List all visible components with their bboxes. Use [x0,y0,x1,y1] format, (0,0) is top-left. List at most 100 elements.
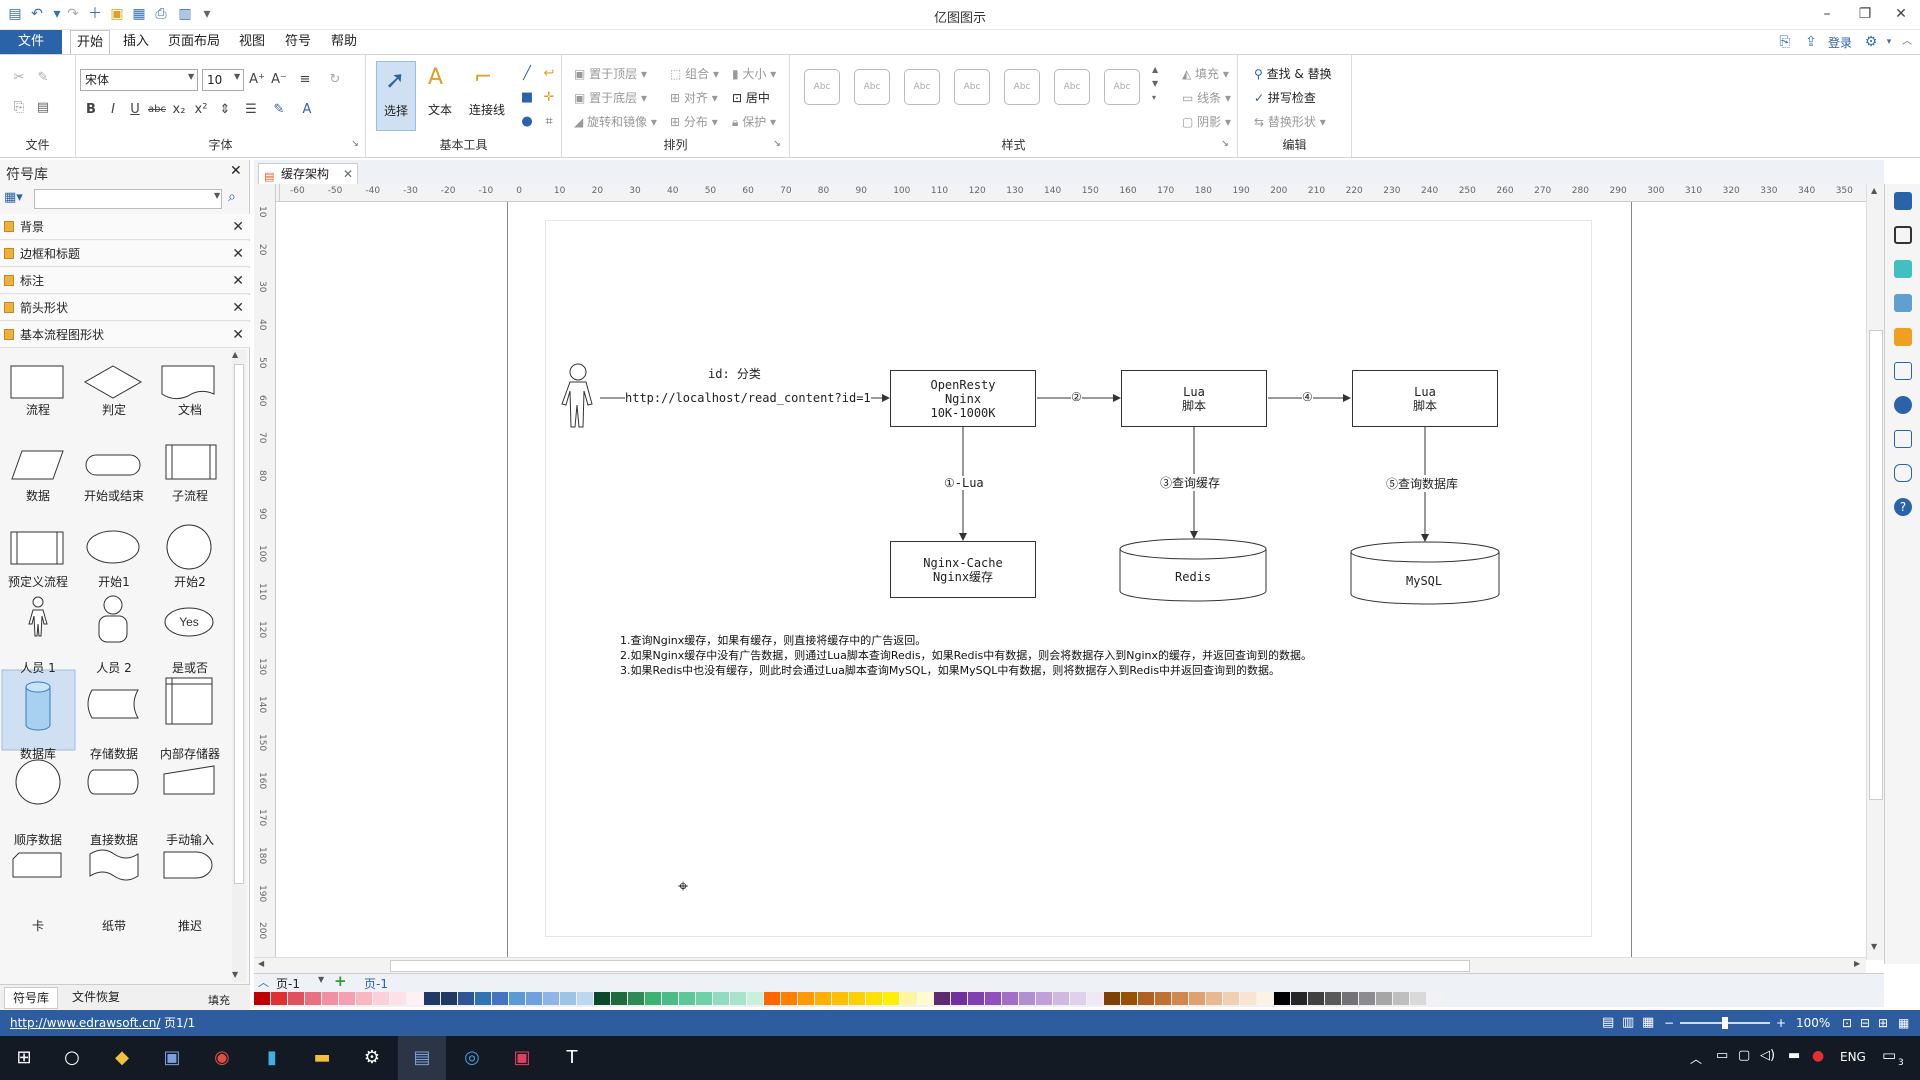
color-swatch[interactable] [1138,992,1154,1005]
settings-icon[interactable]: ⚙ [1862,33,1880,51]
scroll-down-icon[interactable]: ▼ [1871,942,1877,951]
color-swatch[interactable] [917,992,933,1005]
font-name-dropdown-icon[interactable]: ▼ [188,72,194,81]
paste-icon[interactable]: ▤ [34,99,52,117]
color-swatch[interactable] [271,992,287,1005]
spell-check-button[interactable]: ✓ 拼写检查 [1254,89,1316,106]
style-preset-5[interactable]: Abc [1004,69,1040,105]
grow-font-icon[interactable]: A⁺ [248,71,266,89]
page-nav-up-icon[interactable]: ︿ [258,974,269,990]
scroll-up-icon[interactable]: ▲ [232,350,238,359]
protect-button[interactable]: 🔒︎ 保护 ▾ [732,113,776,130]
edraw-app-icon[interactable]: ▤ [398,1036,446,1080]
canvas-vertical-thumb[interactable] [1869,330,1883,800]
color-swatch[interactable] [339,992,355,1005]
find-replace-button[interactable]: ⚲ 查找 & 替换 [1254,65,1332,82]
library-search-input[interactable] [34,189,222,209]
menu-view[interactable]: 视图 [232,30,272,54]
subscript-icon[interactable]: x₂ [170,101,188,119]
shape-yes-no[interactable]: 是或否 [152,610,228,696]
color-swatch[interactable] [1087,992,1103,1005]
library-category-background[interactable]: 背景 ✕ [0,214,250,240]
style-preset-4[interactable]: Abc [954,69,990,105]
select-tool-button[interactable]: ➚ 选择 [376,61,416,131]
step-2-label[interactable]: ② [1071,390,1082,404]
cortana-search-icon[interactable]: ○ [48,1036,96,1080]
connector-tool-button[interactable]: ⌐ 连接线 [464,61,510,131]
page-selector[interactable]: 页-1 [276,975,300,992]
search-dropdown-icon[interactable]: ▼ [214,191,220,200]
color-swatch[interactable] [1053,992,1069,1005]
color-swatch[interactable] [968,992,984,1005]
color-swatch[interactable] [662,992,678,1005]
color-swatch[interactable] [1274,992,1290,1005]
send-to-back-button[interactable]: ▣ 置于底层 ▾ [574,89,647,106]
library-menu-icon[interactable]: ▦▾ [4,190,30,208]
color-swatch[interactable] [577,992,593,1005]
color-swatch[interactable] [611,992,627,1005]
close-category-icon[interactable]: ✕ [232,322,244,348]
shape-start2[interactable]: 开始2 [152,524,228,610]
color-swatch[interactable] [832,992,848,1005]
color-swatch[interactable] [441,992,457,1005]
style-gallery-scroll[interactable]: ▲ ▼ ▾ [1152,63,1158,105]
file-explorer-icon[interactable]: ▬ [298,1036,346,1080]
typora-icon[interactable]: T [548,1036,596,1080]
color-swatch[interactable] [560,992,576,1005]
text-highlight-icon[interactable]: ✎ [270,101,288,119]
italic-icon[interactable]: I [104,101,122,119]
color-swatch[interactable] [934,992,950,1005]
style-preset-7[interactable]: Abc [1104,69,1140,105]
fill-panel-icon[interactable] [1894,192,1912,210]
help-icon[interactable]: ? [1894,498,1912,516]
shape-manual-input[interactable]: 手动输入 [152,782,228,868]
style-preset-2[interactable]: Abc [854,69,890,105]
color-swatch[interactable] [1342,992,1358,1005]
color-swatch[interactable] [1002,992,1018,1005]
scroll-right-icon[interactable]: ▶ [1854,959,1860,968]
close-category-icon[interactable]: ✕ [232,241,244,267]
canvas-vertical-scrollbar[interactable]: ▲ ▼ [1866,184,1884,960]
library-scroll-thumb[interactable] [234,364,244,884]
page-selector-dropdown-icon[interactable]: ▼ [318,975,324,984]
color-swatch[interactable] [1019,992,1035,1005]
close-category-icon[interactable]: ✕ [232,214,244,240]
shape-process[interactable]: 流程 [0,352,76,438]
cut-icon[interactable]: ✂ [10,69,28,87]
shape-terminator[interactable]: 开始或结束 [76,438,152,524]
canvas-horizontal-thumb[interactable] [390,960,1470,972]
text-align-icon[interactable]: ≡ [296,71,314,89]
color-swatch[interactable] [594,992,610,1005]
settings-dropdown-icon[interactable]: ▾ [1880,33,1898,51]
style-preset-6[interactable]: Abc [1054,69,1090,105]
color-swatch[interactable] [424,992,440,1005]
presentation-icon[interactable]: ▦ [1642,1010,1654,1036]
taskbar-app-swirl-icon[interactable]: ◎ [448,1036,496,1080]
redis-label[interactable]: Redis [1175,570,1211,584]
openresty-box[interactable]: OpenResty Nginx 10K-1000K [890,370,1036,427]
step-5-label[interactable]: ⑤查询数据库 [1386,475,1459,492]
page-view-icon[interactable]: ▥ [1622,1010,1634,1036]
hyperlink-panel-icon[interactable] [1894,396,1912,414]
shape-database[interactable]: 数据库 [0,696,76,782]
add-page-icon[interactable]: + [334,972,347,990]
normal-view-icon[interactable]: ▤ [1602,1010,1614,1036]
chrome-icon[interactable]: ◉ [198,1036,246,1080]
format-painter-icon[interactable]: ✎ [34,69,52,87]
close-category-icon[interactable]: ✕ [232,268,244,294]
share-icon[interactable]: ⇪ [1802,33,1820,51]
align-button[interactable]: ⊞ 对齐 ▾ [670,89,718,106]
tray-network-icon[interactable]: ▢ [1738,1048,1750,1063]
shape-data[interactable]: 数据 [0,438,76,524]
shape-card[interactable]: 卡 [0,868,76,954]
shape-document[interactable]: 文档 [152,352,228,438]
login-link[interactable]: 登录 [1828,34,1852,51]
color-swatch[interactable] [288,992,304,1005]
color-swatch[interactable] [373,992,389,1005]
color-swatch[interactable] [1155,992,1171,1005]
document-tab[interactable]: ▤ 缓存架构 ✕ [258,163,358,184]
color-swatch[interactable] [526,992,542,1005]
replace-shape-button[interactable]: ⇆ 替换形状 ▾ [1254,113,1326,130]
input-language[interactable]: ENG [1840,1050,1866,1064]
shape-decision[interactable]: 判定 [76,352,152,438]
